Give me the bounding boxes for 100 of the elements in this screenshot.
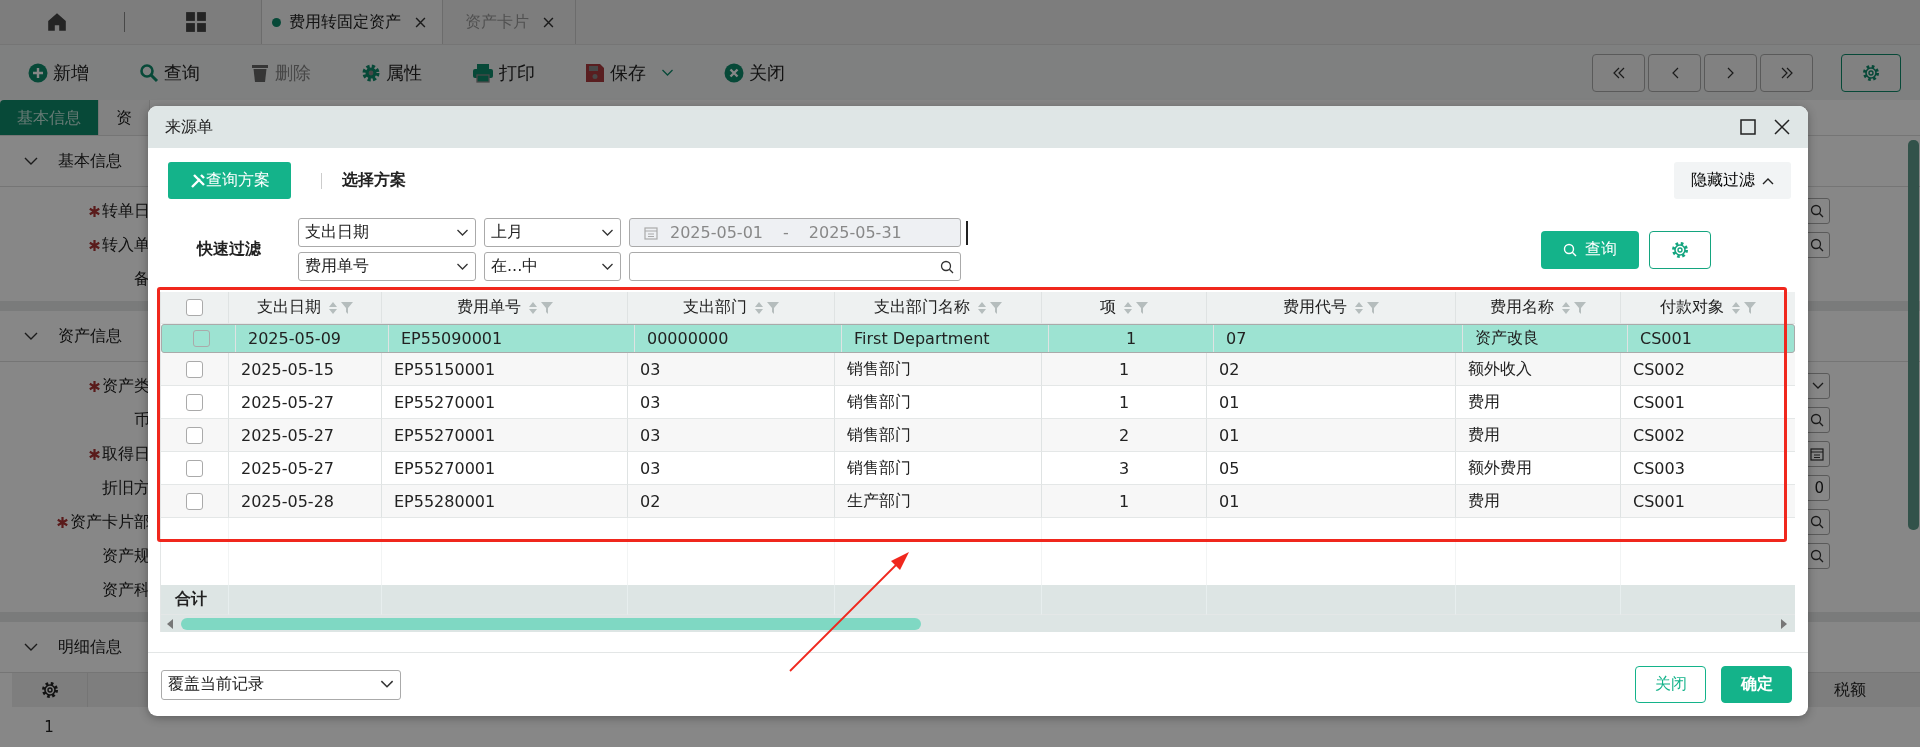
scheme-label: 选择方案 bbox=[342, 170, 406, 191]
sort-icon bbox=[977, 300, 987, 315]
table-cell: 01 bbox=[1219, 491, 1240, 511]
sort-icon bbox=[527, 300, 538, 315]
sort-icon bbox=[328, 300, 338, 315]
field-label: 币 bbox=[134, 409, 150, 431]
chevron-icon[interactable] bbox=[24, 332, 38, 340]
field-select[interactable]: 费用单号 bbox=[298, 252, 476, 281]
caret-icon bbox=[1812, 382, 1824, 390]
toolbar-button[interactable]: 保存 bbox=[585, 60, 674, 85]
table-cell: 2025-05-27 bbox=[241, 425, 334, 445]
table-cell: 03 bbox=[640, 392, 661, 412]
double-chevron-right-icon bbox=[1779, 66, 1794, 79]
close-icon[interactable] bbox=[1774, 119, 1790, 135]
table-cell: 1 bbox=[1118, 491, 1130, 511]
field-label: 取得日 bbox=[102, 443, 150, 465]
sort-icon bbox=[754, 300, 764, 315]
checkbox[interactable] bbox=[186, 492, 203, 510]
table-cell: CS001 bbox=[1633, 392, 1685, 412]
table-cell: EP55150001 bbox=[394, 359, 496, 379]
table-cell: 费用 bbox=[1468, 391, 1500, 413]
field-value: 0 bbox=[1814, 479, 1824, 497]
search-icon bbox=[1810, 413, 1824, 427]
toolbar-button[interactable]: 关闭 bbox=[724, 60, 785, 85]
table-cell: 05 bbox=[1219, 458, 1240, 478]
toolbar-button[interactable]: 打印 bbox=[472, 60, 535, 85]
sort-icon bbox=[1731, 300, 1741, 315]
field-label: 折旧方 bbox=[102, 477, 150, 499]
previous-button[interactable] bbox=[1648, 53, 1701, 92]
last-button[interactable] bbox=[1760, 53, 1813, 92]
table-cell: 1 bbox=[1118, 392, 1130, 412]
printer-icon bbox=[472, 62, 494, 83]
table-row[interactable]: 2025-05-09 EP55090001 00000000 First Department 1 07 资产改良 CS001 bbox=[161, 324, 1795, 353]
section-tab[interactable]: 资 bbox=[99, 100, 150, 135]
table-cell: 2025-05-27 bbox=[241, 392, 334, 412]
filter-icon bbox=[990, 301, 1002, 314]
settings-button[interactable] bbox=[1841, 53, 1901, 92]
next-button[interactable] bbox=[1704, 53, 1757, 92]
table-cell: 费用 bbox=[1468, 424, 1500, 446]
filter-icon bbox=[540, 301, 553, 314]
settings-icon bbox=[1861, 62, 1881, 83]
page-tab[interactable]: 费用转固定资产 bbox=[261, 0, 443, 44]
table-cell: 01 bbox=[1219, 392, 1240, 412]
table-cell: EP55270001 bbox=[394, 392, 496, 412]
search-icon bbox=[1810, 204, 1824, 218]
filter-icon bbox=[341, 301, 353, 314]
operator-select[interactable]: 在...中 bbox=[484, 252, 621, 281]
search-icon bbox=[1563, 242, 1577, 257]
settings-button[interactable] bbox=[1649, 230, 1711, 269]
filter-icon bbox=[767, 301, 779, 314]
table-cell: CS001 bbox=[1633, 491, 1685, 511]
checkbox[interactable] bbox=[186, 459, 203, 477]
table-cell: 额外费用 bbox=[1468, 457, 1532, 479]
first-button[interactable] bbox=[1592, 53, 1645, 92]
table-cell: 销售部门 bbox=[847, 457, 911, 479]
table-cell: 额外收入 bbox=[1468, 358, 1532, 380]
toolbar-button[interactable]: 查询 bbox=[139, 60, 200, 85]
table-cell: 03 bbox=[640, 425, 661, 445]
search-icon bbox=[139, 62, 159, 83]
close-icon bbox=[724, 62, 744, 83]
table-cell: 费用 bbox=[1468, 490, 1500, 512]
chevron-icon[interactable] bbox=[24, 157, 38, 165]
quick-filter-label: 快速过滤 bbox=[195, 239, 262, 260]
table-cell: 2025-05-15 bbox=[241, 359, 334, 379]
table-cell: 3 bbox=[1118, 458, 1130, 478]
maximize-icon[interactable] bbox=[1740, 119, 1756, 135]
settings-icon bbox=[361, 62, 381, 83]
vertical-scrollbar[interactable] bbox=[1908, 140, 1919, 530]
trash-icon bbox=[250, 62, 270, 83]
chevron-icon[interactable] bbox=[24, 643, 38, 651]
checkbox[interactable] bbox=[186, 299, 203, 316]
table-cell: EP55090001 bbox=[401, 328, 503, 348]
caret-icon bbox=[456, 262, 469, 271]
table-cell: 02 bbox=[1219, 359, 1240, 379]
table-row[interactable]: 2025-05-27 EP55270001 03 销售部门 2 01 费用 CS002 bbox=[161, 419, 1795, 452]
table-cell: 1 bbox=[1118, 359, 1130, 379]
checkbox[interactable] bbox=[186, 393, 203, 411]
hide-filter-button[interactable]: 隐藏过滤 bbox=[1674, 162, 1791, 199]
column-header[interactable]: 项 bbox=[1100, 297, 1148, 318]
caret-icon bbox=[601, 262, 614, 271]
save-icon bbox=[585, 62, 605, 83]
sort-icon bbox=[1123, 300, 1133, 315]
toolbar-button[interactable]: 新增 bbox=[28, 60, 89, 85]
grid-icon[interactable] bbox=[185, 11, 207, 33]
settings-icon[interactable] bbox=[39, 680, 60, 700]
checkbox[interactable] bbox=[193, 329, 210, 347]
home-icon[interactable] bbox=[46, 11, 68, 33]
dialog-title: 来源单 bbox=[165, 116, 213, 138]
horizontal-scrollbar[interactable] bbox=[161, 615, 1795, 632]
field-label: 转单日 bbox=[102, 200, 150, 222]
calendar-icon bbox=[1810, 447, 1824, 461]
table-row[interactable]: 2025-05-15 EP55150001 03 销售部门 1 02 额外收入 CS002 bbox=[161, 353, 1795, 386]
mode-select[interactable]: 覆盖当前记录 bbox=[161, 669, 401, 700]
checkbox[interactable] bbox=[186, 360, 203, 378]
checkbox[interactable] bbox=[186, 426, 203, 444]
toolbar-button[interactable]: 属性 bbox=[361, 60, 422, 85]
table-row[interactable]: 2025-05-28 EP55280001 02 生产部门 1 01 费用 CS001 bbox=[161, 485, 1795, 518]
table-cell: 1 bbox=[1125, 328, 1137, 348]
search-field[interactable] bbox=[629, 252, 961, 281]
table-cell: 03 bbox=[640, 458, 661, 478]
